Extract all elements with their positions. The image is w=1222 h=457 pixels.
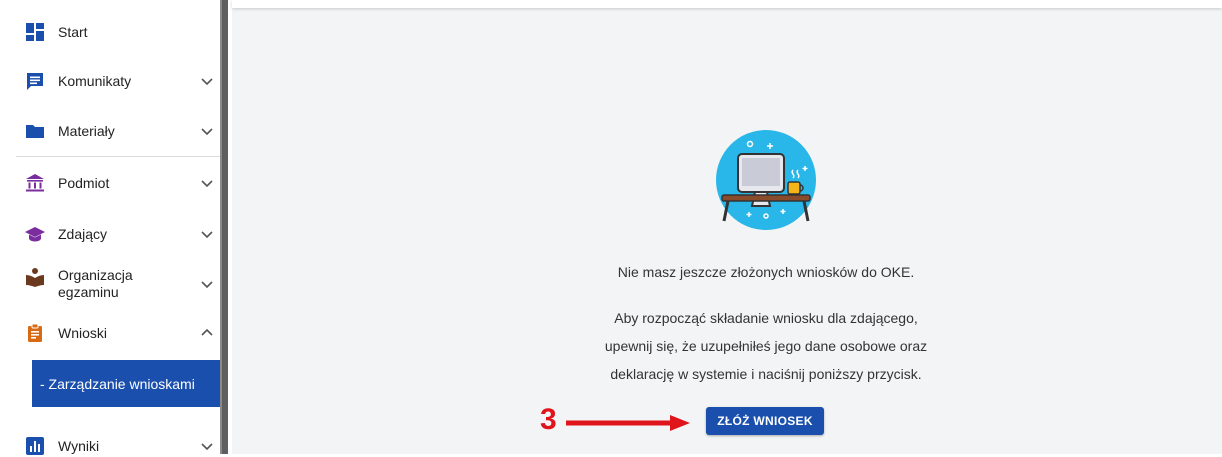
annotation-arrow-icon	[566, 415, 690, 431]
empty-state-illustration-icon	[716, 130, 816, 230]
sidebar-splitter[interactable]	[220, 0, 228, 454]
sidebar-item-wnioski[interactable]: Wnioski	[16, 323, 220, 343]
sidebar-item-label-line1: Organizacja	[58, 267, 133, 283]
chevron-down-icon[interactable]	[200, 74, 214, 88]
clipboard-icon	[24, 322, 46, 344]
message-icon	[24, 70, 46, 92]
sidebar-item-label: Wnioski	[58, 324, 108, 341]
folder-icon	[24, 120, 46, 142]
chevron-down-icon[interactable]	[200, 176, 214, 190]
sidebar-item-materialy[interactable]: Materiały	[16, 121, 220, 141]
sidebar-item-zdajacy[interactable]: Zdający	[16, 224, 220, 244]
graduation-cap-icon	[24, 223, 46, 245]
chevron-down-icon[interactable]	[200, 277, 214, 291]
sidebar-item-label: Start	[58, 23, 88, 40]
empty-state-message: Nie masz jeszcze złożonych wniosków do O…	[617, 264, 915, 280]
chevron-down-icon[interactable]	[200, 439, 214, 453]
institution-icon	[24, 172, 46, 194]
instruction-line-3: deklarację w systemie i naciśnij poniższ…	[610, 366, 922, 382]
sidebar-item-organizacja-egzaminu[interactable]: Organizacja egzaminu	[16, 266, 220, 302]
sidebar-divider	[16, 156, 220, 157]
sidebar-item-wyniki[interactable]: Wyniki	[16, 436, 220, 456]
submit-application-button[interactable]: ZŁÓŻ WNIOSEK	[706, 407, 824, 435]
annotation-step-number: 3	[540, 403, 557, 436]
sidebar-item-label: Materiały	[58, 122, 115, 139]
instruction-line-1: Aby rozpocząć składanie wniosku dla zdaj…	[614, 310, 918, 326]
top-bar	[232, 0, 1222, 8]
sidebar: Start Komunikaty Materiały Podmiot Zdają…	[0, 0, 220, 456]
sidebar-item-label: Organizacja egzaminu	[58, 267, 133, 301]
sidebar-item-podmiot[interactable]: Podmiot	[16, 173, 220, 193]
sidebar-item-label: Komunikaty	[58, 72, 132, 89]
sidebar-item-label: Podmiot	[58, 174, 110, 191]
sidebar-item-label: Wyniki	[58, 437, 100, 454]
sidebar-item-start[interactable]: Start	[16, 22, 220, 42]
main-content: Nie masz jeszcze złożonych wniosków do O…	[232, 0, 1222, 454]
sidebar-item-label: Zdający	[58, 225, 108, 242]
dashboard-icon	[24, 21, 46, 43]
chevron-down-icon[interactable]	[200, 227, 214, 241]
instruction-line-2: upewnij się, że uzupełniłeś jego dane os…	[604, 338, 928, 354]
chevron-down-icon[interactable]	[200, 124, 214, 138]
chevron-up-icon[interactable]	[200, 326, 214, 340]
sidebar-subitem-zarzadzanie-wnioskami[interactable]: - Zarządzanie wnioskami	[32, 360, 220, 407]
sidebar-item-komunikaty[interactable]: Komunikaty	[16, 71, 220, 91]
sidebar-subitem-label: - Zarządzanie wnioskami	[40, 375, 195, 392]
person-desk-icon	[24, 266, 46, 288]
sidebar-item-label-line2: egzaminu	[58, 284, 119, 300]
